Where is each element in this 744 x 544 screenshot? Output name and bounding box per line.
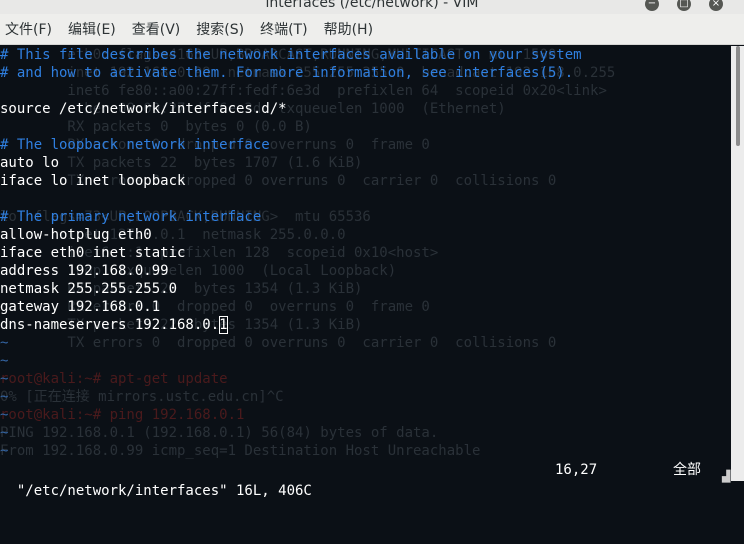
status-file-info: "/etc/network/interfaces" 16L, 406C <box>16 483 312 499</box>
vim-line[interactable]: netmask 255.255.255.0 <box>0 281 177 297</box>
status-scroll-percent: 全部 <box>673 462 701 478</box>
vim-line[interactable]: source /etc/network/interfaces.d/* <box>0 101 287 117</box>
window-titlebar[interactable]: interfaces (/etc/network) - VIM − □ × <box>0 0 744 14</box>
vim-line[interactable]: auto lo <box>0 155 59 171</box>
window-title: interfaces (/etc/network) - VIM <box>265 0 479 11</box>
vim-status-line: "/etc/network/interfaces" 16L, 406C 16,2… <box>0 460 731 499</box>
menu-search[interactable]: 搜索(S) <box>196 19 244 39</box>
menu-file[interactable]: 文件(F) <box>5 19 52 39</box>
vim-buffer[interactable]: # This file describes the network interf… <box>0 46 582 460</box>
vim-empty-line[interactable]: ~ <box>0 425 8 441</box>
resize-grip-icon[interactable]: ▟ <box>722 470 730 483</box>
vim-empty-line[interactable]: ~ <box>0 389 8 405</box>
vim-empty-line[interactable]: ~ <box>0 335 8 351</box>
menu-bar: 文件(F) 编辑(E) 查看(V) 搜索(S) 终端(T) 帮助(H) <box>0 14 744 45</box>
menu-view[interactable]: 查看(V) <box>132 19 181 39</box>
vim-empty-line[interactable]: ~ <box>0 407 8 423</box>
text-cursor: 1 <box>219 316 228 334</box>
vertical-scrollbar[interactable] <box>731 46 744 481</box>
vim-line[interactable]: allow-hotplug eth0 <box>0 227 152 243</box>
vim-line[interactable]: address 192.168.0.99 <box>0 263 169 279</box>
terminal-area[interactable]: eth0: flags=4163<UP,BROADCAST,RUNNING,MU… <box>0 46 731 460</box>
scrollbar-thumb[interactable] <box>736 46 740 146</box>
status-cursor-position: 16,27 <box>555 462 598 478</box>
menu-help[interactable]: 帮助(H) <box>324 19 373 39</box>
vim-empty-line[interactable]: ~ <box>0 353 8 369</box>
menu-terminal[interactable]: 终端(T) <box>260 19 307 39</box>
vim-line[interactable]: # The primary network interface <box>0 209 261 225</box>
vim-line[interactable]: iface eth0 inet static <box>0 245 185 261</box>
vim-line[interactable]: # and how to activate them. For more inf… <box>0 65 573 81</box>
vim-empty-line[interactable]: ~ <box>0 443 8 459</box>
vim-line[interactable]: # The loopback network interface <box>0 137 270 153</box>
vim-line[interactable]: # This file describes the network interf… <box>0 47 582 63</box>
menu-edit[interactable]: 编辑(E) <box>68 19 116 39</box>
vim-line[interactable]: iface lo inet loopback <box>0 173 185 189</box>
vim-line[interactable]: gateway 192.168.0.1 <box>0 299 160 315</box>
vim-line[interactable]: dns-nameservers 192.168.0.1 <box>0 316 228 334</box>
vim-empty-line[interactable]: ~ <box>0 371 8 387</box>
